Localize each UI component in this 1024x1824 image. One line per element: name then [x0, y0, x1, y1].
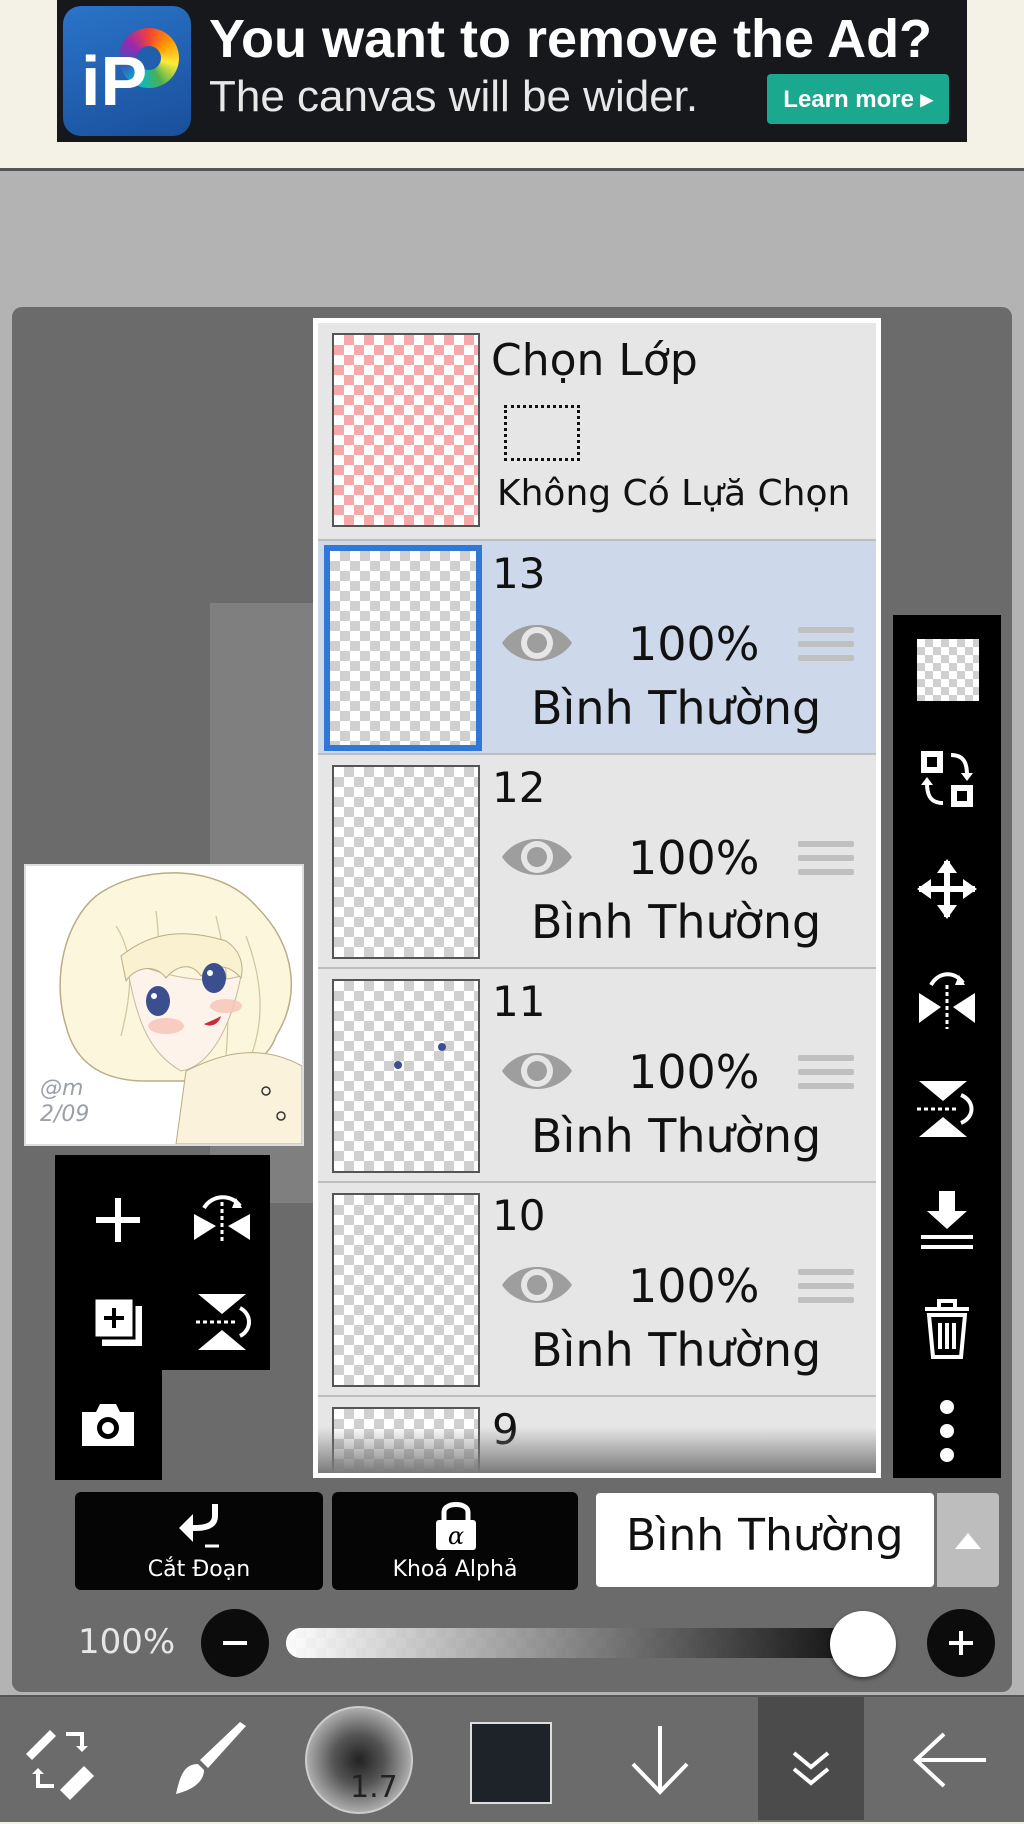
duplicate-layer-button[interactable] [73, 1277, 163, 1367]
merge-down-icon [921, 1191, 973, 1249]
layer-menu-button[interactable] [758, 1697, 864, 1820]
layer-opacity: 100% [628, 831, 760, 885]
arrow-down-icon [631, 1725, 689, 1795]
brush-icon [176, 1721, 246, 1794]
ad-banner[interactable]: iP You want to remove the Ad? The canvas… [57, 0, 967, 142]
alpha-lock-button[interactable]: α Khoá Alphả [332, 1492, 578, 1590]
learn-more-button[interactable]: Learn more ▸ [767, 74, 949, 124]
drag-handle-icon[interactable] [798, 1055, 854, 1095]
back-button[interactable] [890, 1697, 1010, 1822]
flip-horizontal-icon [919, 972, 975, 1029]
plus-icon [96, 1198, 140, 1242]
brush-eraser-switch-icon [26, 1729, 94, 1800]
drag-handle-icon[interactable] [798, 841, 854, 881]
import-photo-button[interactable] [63, 1380, 153, 1470]
layer-row[interactable]: 10 100% Bình Thường [318, 1183, 876, 1397]
artist-signature: @m 2/09 [40, 1076, 90, 1127]
swap-layer-button[interactable] [911, 743, 983, 815]
layer-opacity: 100% [628, 617, 760, 671]
brush-size-value: 1.7 [350, 1770, 398, 1805]
layer-opacity: 100% [628, 1045, 760, 1099]
opacity-decrease-button[interactable] [201, 1609, 269, 1677]
layer-row[interactable]: 11 100% Bình Thường [318, 969, 876, 1183]
opacity-slider-knob[interactable] [830, 1611, 896, 1677]
selection-layer[interactable]: Chọn Lớp Không Có Lựă Chọn [318, 323, 876, 541]
minus-icon [223, 1641, 247, 1645]
opacity-increase-button[interactable] [927, 1609, 995, 1677]
selection-status: Không Có Lựă Chọn [497, 473, 851, 514]
layer-thumbnail [324, 545, 482, 751]
drag-handle-icon[interactable] [798, 627, 854, 667]
brush-tool-button[interactable] [150, 1697, 270, 1822]
ad-banner-area: iP You want to remove the Ad? The canvas… [0, 0, 1024, 171]
layer-actions-toolbar [893, 615, 1001, 1478]
layer-blend-mode: Bình Thường [531, 681, 822, 735]
selection-layer-title: Chọn Lớp [491, 335, 698, 386]
ibispaint-logo-icon: iP [63, 6, 191, 136]
layer-row[interactable]: 13 100% Bình Thường [318, 541, 876, 755]
trash-icon [925, 1299, 969, 1359]
lock-alpha-icon: α [436, 1502, 476, 1550]
flip-horizontal-icon [194, 1195, 250, 1244]
alpha-lock-label: Khoá Alphả [392, 1557, 518, 1582]
layer-number: 10 [492, 1191, 546, 1240]
more-options-button[interactable] [911, 1395, 983, 1467]
move-icon [917, 859, 977, 919]
layer-blend-mode: Bình Thường [531, 1109, 822, 1163]
drag-handle-icon[interactable] [798, 1269, 854, 1309]
layer-number: 13 [492, 549, 546, 598]
tool-switch-button[interactable] [0, 1697, 120, 1822]
duplicate-icon [92, 1296, 142, 1346]
flip-vertical-icon [196, 1294, 251, 1350]
layer-number: 12 [492, 763, 546, 812]
flip-horizontal-button[interactable] [911, 963, 983, 1035]
merge-down-button[interactable] [911, 1183, 983, 1255]
layer-thumbnail [332, 979, 480, 1173]
opacity-slider-gradient [286, 1628, 896, 1658]
flip-vertical-icon [917, 1081, 974, 1137]
layer-thumbnail [332, 765, 480, 959]
opacity-label: 100% [78, 1622, 176, 1662]
add-layer-button[interactable] [73, 1175, 163, 1265]
ad-title: You want to remove the Ad? [209, 9, 933, 69]
camera-icon [82, 1404, 134, 1446]
color-picker-button[interactable] [470, 1722, 552, 1804]
clipping-arrow-icon [179, 1504, 219, 1548]
move-layer-button[interactable] [911, 853, 983, 925]
layer-tools-panel [55, 1155, 270, 1370]
blend-mode-dropdown-button[interactable] [937, 1493, 999, 1587]
selection-layer-thumbnail [332, 333, 480, 527]
ad-subtitle: The canvas will be wider. [209, 72, 699, 121]
layer-number: 11 [492, 977, 546, 1026]
blend-mode-value: Bình Thường [626, 1510, 904, 1561]
layer-list: Chọn Lớp Không Có Lựă Chọn 13 100% Bình … [313, 318, 881, 1478]
plus-icon [949, 1631, 973, 1655]
delete-layer-button[interactable] [911, 1293, 983, 1365]
eye-icon[interactable] [500, 617, 574, 669]
clipping-label: Cắt Đoạn [147, 1557, 251, 1582]
eye-icon[interactable] [500, 831, 574, 883]
camera-tool-panel [55, 1370, 162, 1480]
canvas-thumbnail[interactable]: @m 2/09 [24, 864, 304, 1146]
flip-layer-horizontal-button[interactable] [177, 1175, 267, 1265]
selection-marquee-icon [504, 405, 580, 461]
swap-icon [921, 751, 973, 807]
down-arrow-button[interactable] [600, 1697, 720, 1822]
layer-blend-mode: Bình Thường [531, 895, 822, 949]
eye-icon[interactable] [500, 1259, 574, 1311]
svg-text:α: α [448, 1522, 464, 1550]
flip-layer-vertical-button[interactable] [177, 1277, 267, 1367]
double-chevron-down-icon [792, 1751, 830, 1786]
flip-vertical-button[interactable] [911, 1073, 983, 1145]
arrow-left-icon [913, 1732, 986, 1787]
transparent-layer-button[interactable] [917, 639, 979, 701]
more-vertical-icon [940, 1400, 954, 1462]
layer-opacity: 100% [628, 1259, 760, 1313]
layer-thumbnail [332, 1193, 480, 1387]
layer-row[interactable]: 12 100% Bình Thường [318, 755, 876, 969]
clipping-button[interactable]: Cắt Đoạn [75, 1492, 323, 1590]
layer-blend-mode: Bình Thường [531, 1323, 822, 1377]
triangle-up-icon [955, 1533, 981, 1549]
eye-icon[interactable] [500, 1045, 574, 1097]
